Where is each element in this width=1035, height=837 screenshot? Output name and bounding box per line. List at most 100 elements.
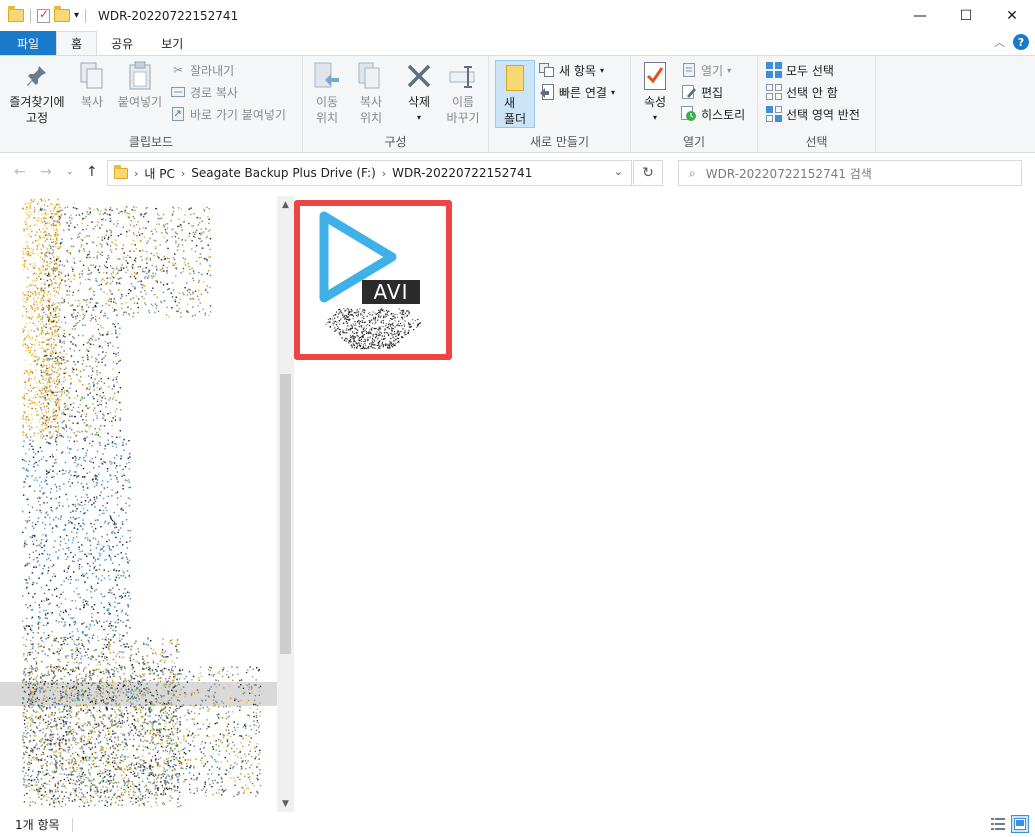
chevron-right-icon[interactable]: › <box>181 167 185 180</box>
open-button[interactable]: 열기 ▾ <box>681 60 731 80</box>
delete-button[interactable]: 삭제 ▾ <box>399 60 439 126</box>
properties-button[interactable]: 속성 ▾ <box>637 60 673 126</box>
cut-button[interactable]: ✂ 잘라내기 <box>170 60 234 80</box>
paste-shortcut-icon <box>170 106 186 122</box>
navigation-pane[interactable] <box>0 196 277 812</box>
rename-icon <box>447 60 479 92</box>
select-none-button[interactable]: 선택 안 함 <box>766 82 838 102</box>
up-arrow-icon[interactable]: ↑ <box>86 164 98 180</box>
address-folder-icon <box>114 164 128 179</box>
maximize-button[interactable]: ☐ <box>943 0 989 31</box>
delete-x-icon <box>403 60 435 92</box>
close-button[interactable]: ✕ <box>989 0 1035 31</box>
scissors-icon: ✂ <box>172 63 184 77</box>
select-all-button[interactable]: 모두 선택 <box>766 60 834 80</box>
group-organize: 이동 위치 복사 위치 삭제 ▾ 이름 바꾸기 구성 <box>303 56 489 153</box>
file-type-badge: AVI <box>362 280 420 304</box>
properties-check-icon <box>639 60 671 92</box>
breadcrumb-folder[interactable]: WDR-20220722152741 <box>392 166 532 180</box>
details-view-button[interactable] <box>989 815 1007 833</box>
paste-button[interactable]: 붙여넣기 <box>114 60 166 110</box>
invert-selection-icon <box>766 106 782 122</box>
new-folder-button[interactable]: 새 폴더 <box>495 60 535 128</box>
navigation-row: ← → ⌄ ↑ › 내 PC › Seagate Backup Plus Dri… <box>0 158 1035 188</box>
quick-access-toolbar: ▾ WDR-20220722152741 <box>0 0 238 31</box>
pin-icon <box>21 60 53 92</box>
recent-locations-icon[interactable]: ⌄ <box>66 167 74 177</box>
history-icon <box>681 106 697 122</box>
search-icon: ⌕ <box>689 165 696 180</box>
forward-arrow-icon[interactable]: → <box>40 164 52 180</box>
refresh-button[interactable]: ↻ <box>633 160 663 186</box>
title-bar: ▾ WDR-20220722152741 — ☐ ✕ <box>0 0 1035 31</box>
breadcrumb-drive[interactable]: Seagate Backup Plus Drive (F:) <box>191 166 375 180</box>
copy-button[interactable]: 복사 <box>74 60 110 110</box>
tab-file[interactable]: 파일 <box>0 31 57 55</box>
file-item-avi[interactable]: AVI <box>294 200 452 360</box>
group-open: 속성 ▾ 열기 ▾ 편집 히스토리 열기 <box>631 56 758 153</box>
rename-button[interactable]: 이름 바꾸기 <box>443 60 483 126</box>
move-to-button[interactable]: 이동 위치 <box>307 60 347 126</box>
group-label-organize: 구성 <box>384 135 407 149</box>
item-count: 1개 항목 <box>15 818 60 832</box>
delete-dropdown-icon[interactable]: ▾ <box>417 110 421 126</box>
breadcrumb-this-pc[interactable]: 내 PC <box>144 165 174 182</box>
address-bar[interactable]: › 내 PC › Seagate Backup Plus Drive (F:) … <box>107 160 632 186</box>
separator <box>71 817 73 832</box>
history-button[interactable]: 히스토리 <box>681 104 745 124</box>
tab-view[interactable]: 보기 <box>147 31 197 55</box>
tab-share[interactable]: 공유 <box>97 31 147 55</box>
properties-dropdown-icon[interactable]: ▾ <box>653 110 657 126</box>
group-label-open: 열기 <box>682 135 706 149</box>
move-to-icon <box>311 60 343 92</box>
scroll-thumb[interactable] <box>280 374 291 654</box>
chevron-right-icon[interactable]: › <box>134 167 138 180</box>
new-folder-icon <box>506 65 524 91</box>
back-arrow-icon[interactable]: ← <box>14 164 26 180</box>
ribbon: 즐겨찾기에 고정 복사 붙여넣기 ✂ 잘라내기 경로 복사 바로 가기 붙여넣기… <box>0 55 1035 153</box>
edit-button[interactable]: 편집 <box>681 82 723 102</box>
new-folder-quick-icon[interactable] <box>54 6 70 22</box>
help-icon[interactable]: ? <box>1013 34 1029 50</box>
minimize-button[interactable]: — <box>897 0 943 31</box>
ribbon-tabs: 파일 홈 공유 보기 ︿ ? <box>0 31 1035 55</box>
pin-to-quick-access-button[interactable]: 즐겨찾기에 고정 <box>6 60 68 126</box>
easy-access-button[interactable]: 빠른 연결 ▾ <box>539 82 615 102</box>
file-list-area[interactable]: AVI <box>294 196 1035 812</box>
copy-to-button[interactable]: 복사 위치 <box>351 60 391 126</box>
large-icons-view-icon <box>1014 818 1026 830</box>
paste-icon <box>124 60 156 92</box>
scroll-down-arrow-icon[interactable]: ▼ <box>277 795 294 812</box>
paste-shortcut-button[interactable]: 바로 가기 붙여넣기 <box>170 104 286 124</box>
edit-icon <box>681 84 697 100</box>
folder-icon[interactable] <box>8 6 24 22</box>
navigation-pane-scrollbar[interactable]: ▲ ▼ <box>277 196 294 812</box>
invert-selection-button[interactable]: 선택 영역 반전 <box>766 104 860 124</box>
easy-access-dropdown-icon: ▾ <box>610 87 615 97</box>
group-select: 모두 선택 선택 안 함 선택 영역 반전 선택 <box>758 56 876 153</box>
customize-quick-access-icon[interactable]: ▾ <box>74 10 79 21</box>
new-item-icon <box>539 62 555 78</box>
separator <box>85 8 87 23</box>
open-dropdown-icon: ▾ <box>727 65 732 75</box>
new-item-button[interactable]: 새 항목 ▾ <box>539 60 604 80</box>
status-bar: 1개 항목 <box>0 812 1035 837</box>
tab-home[interactable]: 홈 <box>56 31 98 55</box>
open-icon <box>681 62 697 78</box>
group-label-select: 선택 <box>805 135 828 149</box>
select-all-icon <box>766 62 782 78</box>
large-icons-view-button[interactable] <box>1011 815 1029 833</box>
scroll-up-arrow-icon[interactable]: ▲ <box>277 196 294 213</box>
properties-quick-icon[interactable] <box>37 7 50 23</box>
address-dropdown-icon[interactable]: ⌄ <box>614 165 623 178</box>
search-box[interactable]: ⌕ WDR-20220722152741 검색 <box>678 160 1022 186</box>
copy-icon <box>76 60 108 92</box>
details-view-icon <box>991 818 1005 830</box>
collapse-ribbon-icon[interactable]: ︿ <box>994 34 1005 50</box>
chevron-right-icon[interactable]: › <box>382 167 386 180</box>
separator <box>30 8 31 23</box>
copy-path-button[interactable]: 경로 복사 <box>170 82 238 102</box>
select-none-icon <box>766 84 782 100</box>
refresh-icon: ↻ <box>642 165 654 181</box>
group-label-new: 새로 만들기 <box>529 135 589 149</box>
